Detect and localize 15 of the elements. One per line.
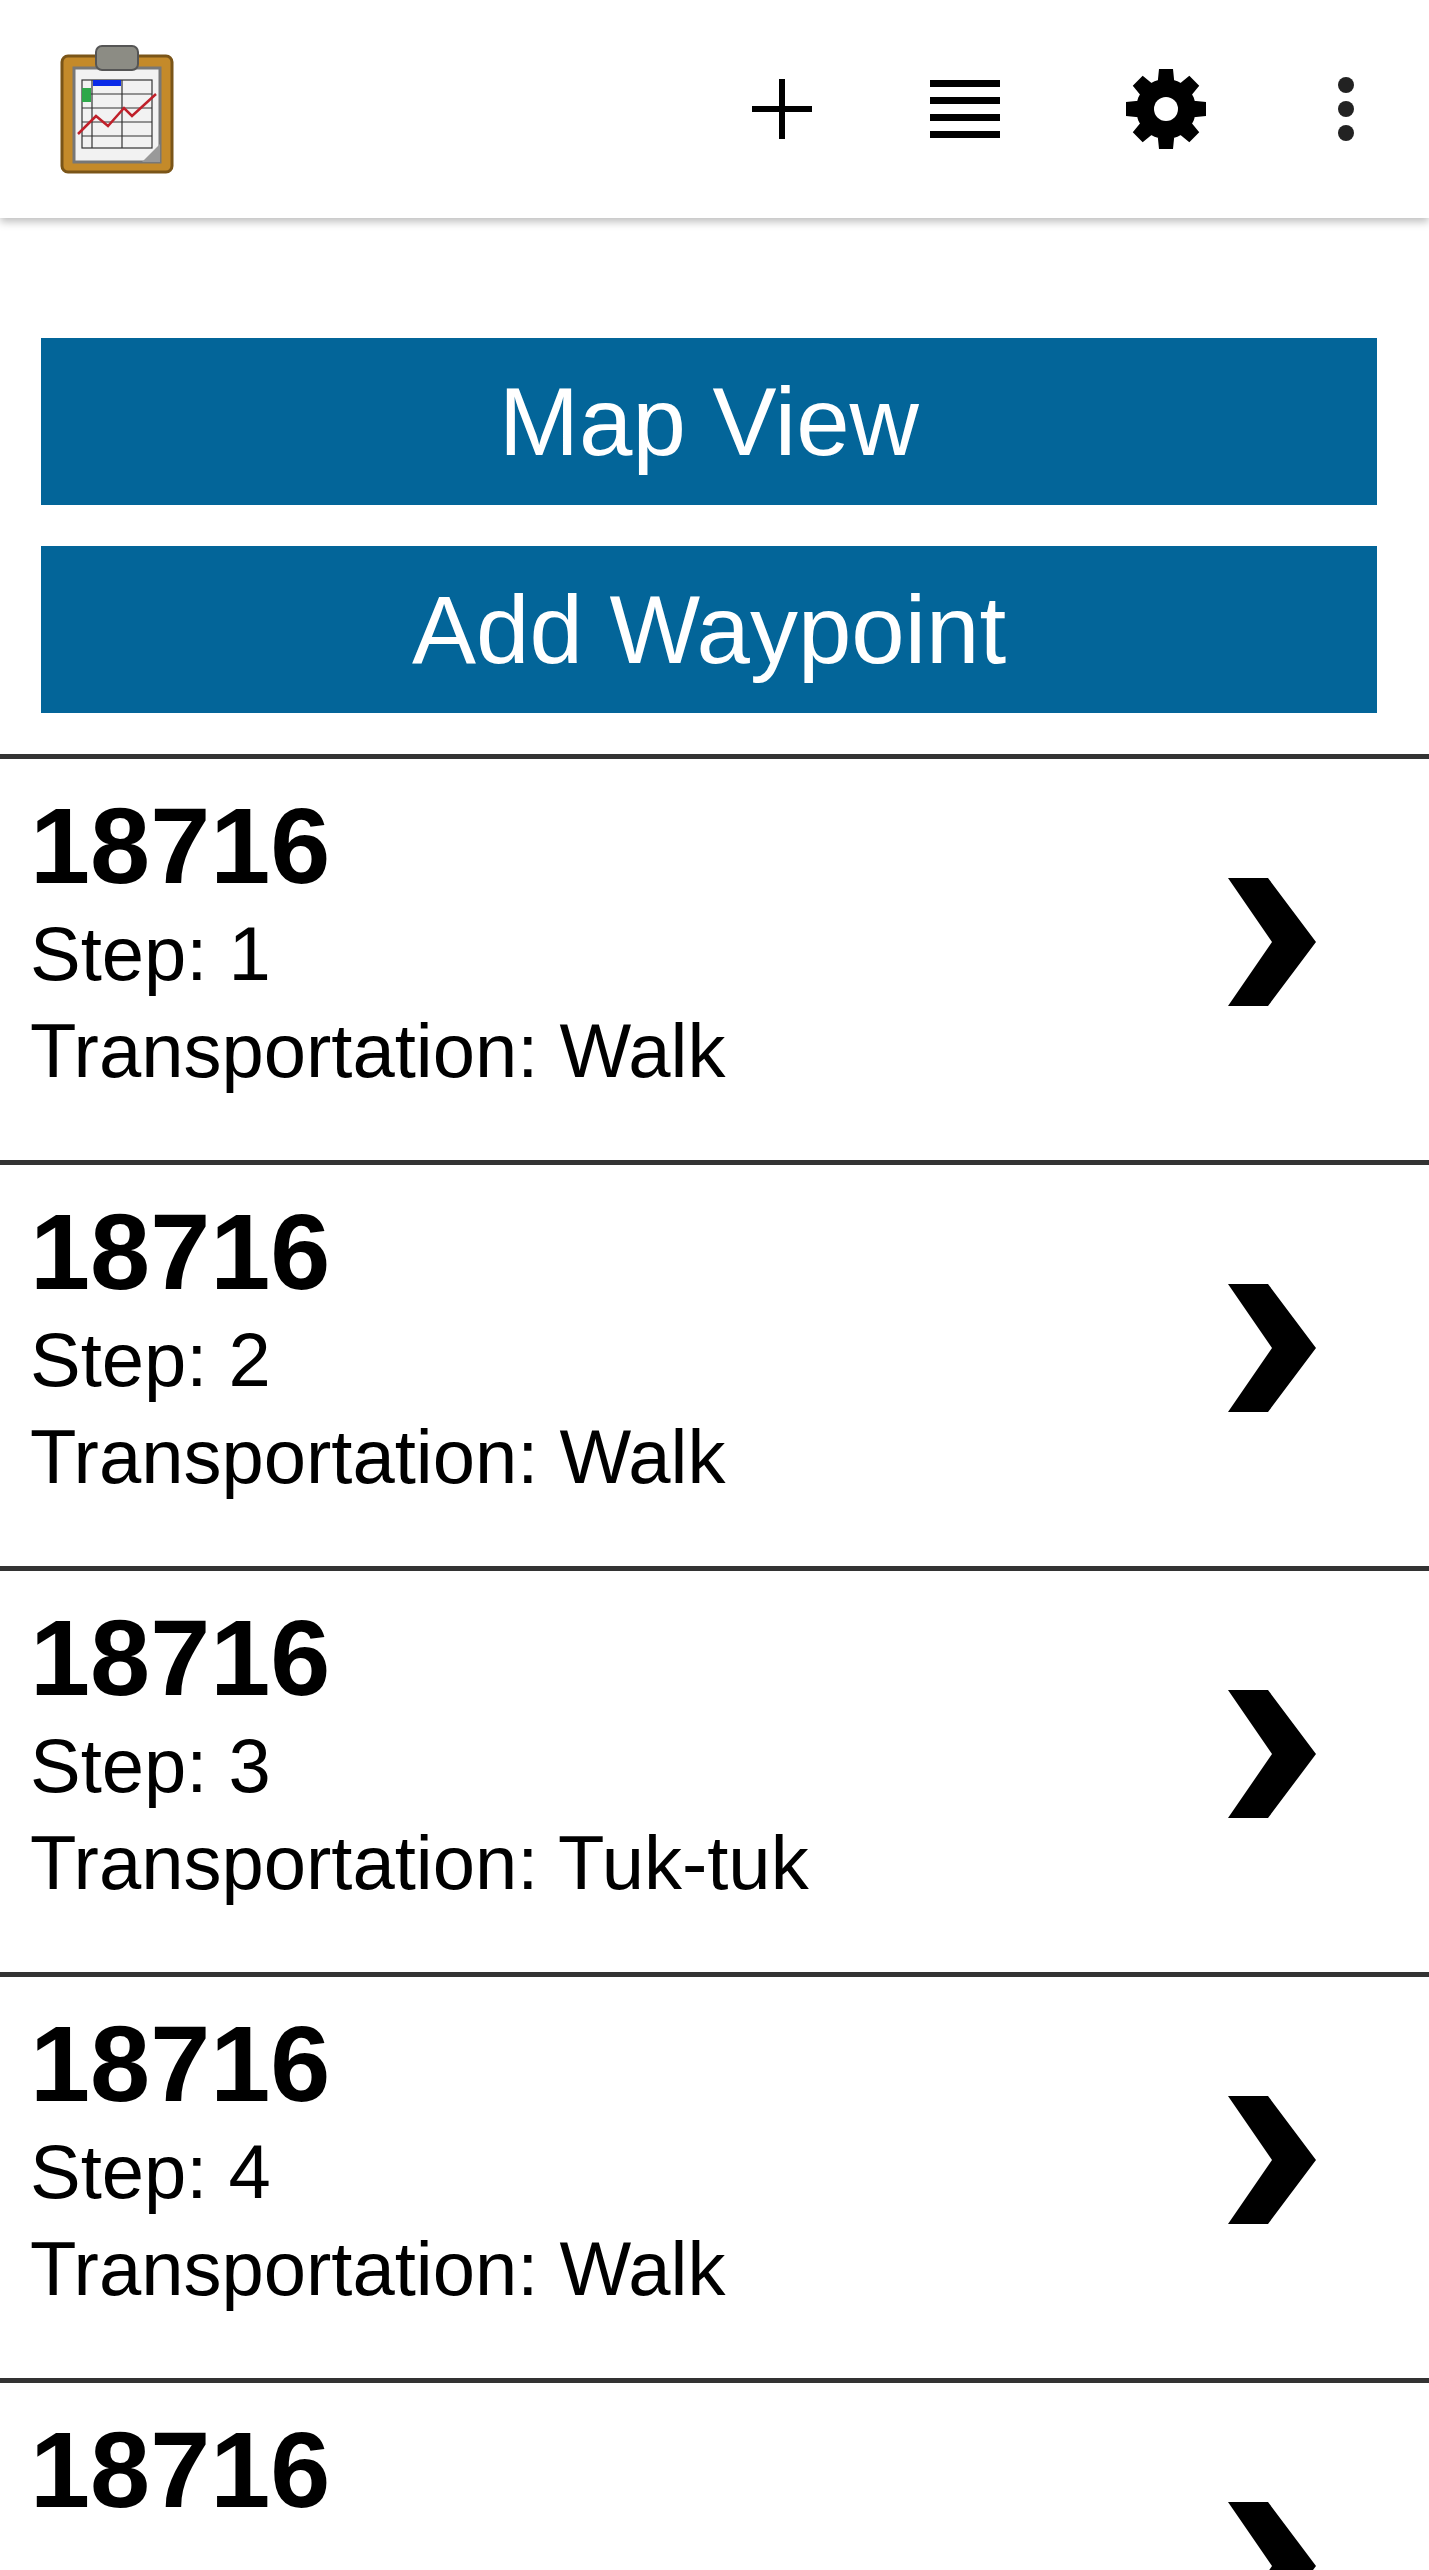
transportation-text: Transportation: Tuk-tuk bbox=[30, 1819, 810, 1907]
waypoint-title: 18716 bbox=[30, 1599, 332, 1717]
waypoint-title: 18716 bbox=[30, 787, 332, 905]
step-text: Step: 1 bbox=[30, 910, 272, 998]
step-text: Step: 4 bbox=[30, 2128, 272, 2216]
action-button[interactable]: Add Waypoint bbox=[41, 546, 1377, 713]
waypoint-title: 18716 bbox=[30, 2005, 332, 2123]
transportation-text: Transportation: Walk bbox=[30, 2225, 727, 2313]
waypoint-title: 18716 bbox=[30, 2411, 332, 2529]
action-button[interactable]: Map View bbox=[41, 338, 1377, 505]
transportation-text: Transportation: Walk bbox=[30, 1413, 727, 1501]
step-text: Step: 3 bbox=[30, 1722, 272, 1810]
transportation-text: Transportation: Walk bbox=[30, 1007, 727, 1095]
waypoint-title: 18716 bbox=[30, 1193, 332, 1311]
step-text: Step: 2 bbox=[30, 1316, 272, 1404]
